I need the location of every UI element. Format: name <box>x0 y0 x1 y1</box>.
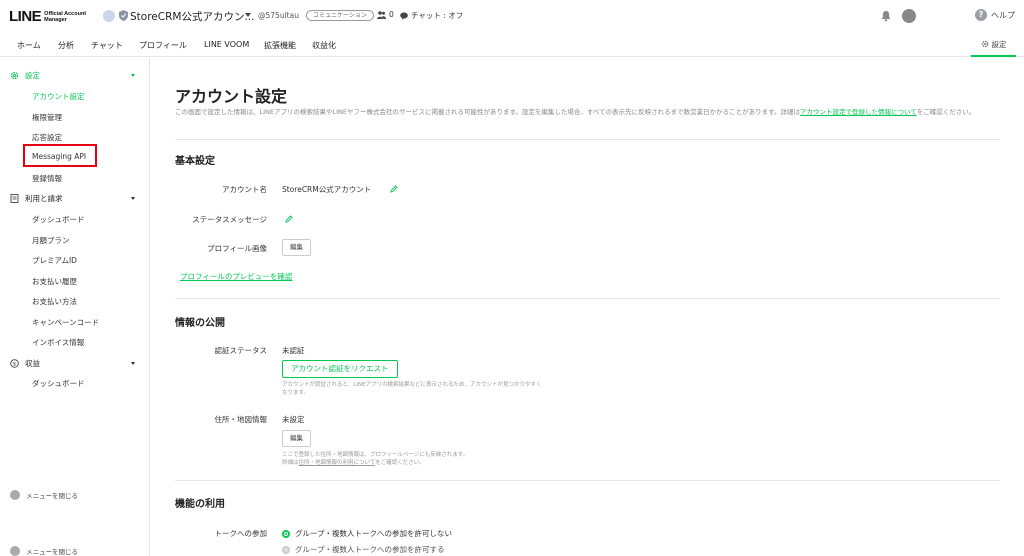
chevron-down-icon[interactable] <box>131 362 135 365</box>
edit-address-button[interactable]: 編集 <box>282 430 311 447</box>
nav-extensions[interactable]: 拡張機能 <box>264 40 296 51</box>
address-help-link[interactable]: 住所・地図情報の利用について <box>299 460 376 466</box>
sidebar-section-billing[interactable]: 利用と請求 <box>10 193 63 204</box>
page-title: アカウント設定 <box>175 87 288 106</box>
status-message-label: ステータスメッセージ <box>192 215 267 224</box>
talk-join-label: トークへの参加 <box>214 529 268 538</box>
account-info-link[interactable]: アカウント設定で登録した情報について <box>800 108 917 116</box>
shield-icon <box>119 10 128 21</box>
nav-analytics[interactable]: 分析 <box>58 40 74 51</box>
sidebar-section-revenue[interactable]: $ 収益 <box>10 358 40 369</box>
account-switcher[interactable]: StoreCRM公式アカウン... <box>130 9 254 24</box>
collapse-icon <box>10 490 20 500</box>
sidebar-item-permissions[interactable]: 権限管理 <box>32 112 62 123</box>
verify-status-label: 認証ステータス <box>214 346 268 355</box>
coin-icon: $ <box>10 359 19 368</box>
svg-text:$: $ <box>13 362 17 368</box>
address-help-text: ここで登録した住所・地図情報は、プロフィールページにも反映されます。 詳細は住所・… <box>282 452 469 466</box>
top-bar: LINE Official Account Manager StoreCRM公式ア… <box>0 0 1024 33</box>
nav-home[interactable]: ホーム <box>17 40 41 51</box>
sidebar-item-campaign-code[interactable]: キャンペーンコード <box>32 317 99 328</box>
sidebar-item-registration-info[interactable]: 登録情報 <box>32 173 62 184</box>
pencil-icon[interactable] <box>390 185 398 193</box>
gear-icon <box>10 71 19 80</box>
line-oam-logo[interactable]: LINE Official Account Manager <box>9 8 86 25</box>
verify-status-value: 未認証 <box>282 346 305 355</box>
chat-bubble-icon <box>400 12 408 20</box>
collapse-icon <box>10 546 20 556</box>
main-nav: ホーム 分析 チャット プロフィール LINE VOOM 拡張機能 収益化 設定 <box>0 33 1024 57</box>
sidebar-section-settings[interactable]: 設定 <box>10 70 40 81</box>
sidebar-item-response-settings[interactable]: 応答設定 <box>32 132 62 143</box>
address-label: 住所・地図情報 <box>214 415 268 424</box>
people-icon <box>377 10 386 19</box>
section-title-basic: 基本設定 <box>175 156 215 167</box>
pencil-icon[interactable] <box>285 215 293 223</box>
sidebar-item-payment-method[interactable]: お支払い方法 <box>32 296 77 307</box>
sidebar-item-account-settings[interactable]: アカウント設定 <box>32 91 85 102</box>
radio-unchecked-icon <box>282 545 290 554</box>
page-description: この画面で設定した情報は、LINEアプリの検索結果やLINEヤフー株式会社のサー… <box>175 108 976 116</box>
receipt-icon <box>10 194 19 203</box>
help-button[interactable]: ? ヘルプ <box>975 9 1015 21</box>
account-avatar[interactable] <box>103 10 115 22</box>
sidebar-item-payment-history[interactable]: お支払い履歴 <box>32 276 77 287</box>
sidebar: 設定 アカウント設定 権限管理 応答設定 Messaging API 登録情報 … <box>0 58 150 556</box>
radio-deny-group-talk[interactable]: グループ・複数人トークへの参加を許可しない <box>282 528 452 539</box>
account-name-label: アカウント名 <box>222 185 267 194</box>
divider <box>175 298 1000 299</box>
gear-icon <box>981 40 988 48</box>
nav-monetization[interactable]: 収益化 <box>312 40 336 51</box>
profile-preview-link[interactable]: プロフィールのプレビューを確認 <box>180 271 292 282</box>
radio-checked-icon <box>282 529 290 538</box>
radio-allow-group-talk[interactable]: グループ・複数人トークへの参加を許可する <box>282 544 445 555</box>
section-title-features: 機能の利用 <box>175 499 225 510</box>
divider <box>175 480 1000 481</box>
nav-profile[interactable]: プロフィール <box>139 40 187 51</box>
chevron-down-icon[interactable] <box>131 74 135 77</box>
divider <box>175 139 1000 140</box>
logo-subtext: Official Account Manager <box>44 10 87 23</box>
logo-text: LINE <box>9 8 42 25</box>
address-value: 未設定 <box>282 415 305 424</box>
chevron-down-icon[interactable] <box>245 13 251 17</box>
nav-chat[interactable]: チャット <box>91 40 123 51</box>
profile-image-label: プロフィール画像 <box>207 244 267 253</box>
sidebar-item-premium-id[interactable]: プレミアムID <box>32 255 77 266</box>
sidebar-item-invoice-info[interactable]: インボイス情報 <box>32 337 84 348</box>
account-name-value: StoreCRM公式アカウント <box>282 185 372 194</box>
chat-status[interactable]: チャット : オフ <box>400 10 463 21</box>
sidebar-item-dashboard[interactable]: ダッシュボード <box>32 214 85 225</box>
nav-line-voom[interactable]: LINE VOOM <box>204 40 249 49</box>
request-verification-button[interactable]: アカウント認証をリクエスト <box>282 360 398 378</box>
edit-profile-image-button[interactable]: 編集 <box>282 239 311 256</box>
bell-icon[interactable] <box>880 10 892 22</box>
nav-settings[interactable]: 設定 <box>971 33 1016 57</box>
account-id: @575ultau <box>258 11 299 20</box>
sidebar-item-revenue-dashboard[interactable]: ダッシュボード <box>32 378 85 389</box>
collapse-menu-button[interactable]: メニューを閉じる <box>10 490 78 500</box>
help-icon: ? <box>975 9 987 21</box>
sidebar-item-monthly-plan[interactable]: 月額プラン <box>32 235 70 246</box>
plan-badge: コミュニケーション <box>306 10 374 21</box>
user-avatar-icon[interactable] <box>902 9 916 23</box>
friend-count: 0 <box>377 10 394 19</box>
verify-help-text: アカウントが認証されると、LINEアプリの検索結果などに表示されるため、アカウン… <box>282 382 542 396</box>
chevron-down-icon[interactable] <box>131 197 135 200</box>
highlight-box <box>23 144 97 167</box>
section-title-publish: 情報の公開 <box>175 318 225 329</box>
collapse-menu-button-2[interactable]: メニューを閉じる <box>10 546 78 556</box>
